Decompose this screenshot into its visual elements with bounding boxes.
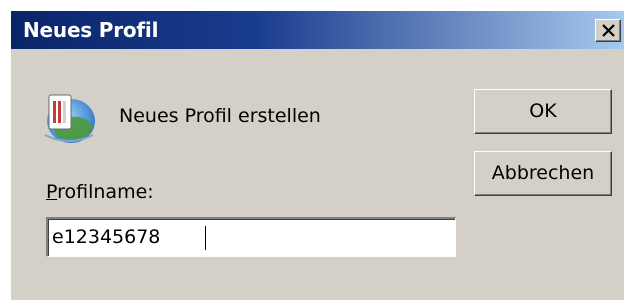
profile-name-label: Profilname:: [46, 181, 154, 203]
title-bar[interactable]: Neues Profil: [11, 11, 624, 49]
close-button[interactable]: [595, 19, 621, 42]
label-accelerator: P: [46, 181, 58, 203]
label-text: rofilname:: [57, 181, 154, 203]
text-caret: [205, 226, 206, 250]
cancel-button[interactable]: Abbrechen: [474, 151, 612, 196]
profile-mail-icon: [44, 94, 95, 143]
dialog-window: Neues Profil Neues Profil erstellen Prof…: [10, 10, 624, 300]
close-icon: [602, 24, 615, 37]
dialog-heading: Neues Profil erstellen: [119, 105, 321, 127]
profile-name-input[interactable]: [52, 223, 450, 251]
window-title: Neues Profil: [23, 18, 159, 42]
profile-name-field-frame: [46, 217, 456, 257]
ok-button[interactable]: OK: [474, 89, 612, 134]
